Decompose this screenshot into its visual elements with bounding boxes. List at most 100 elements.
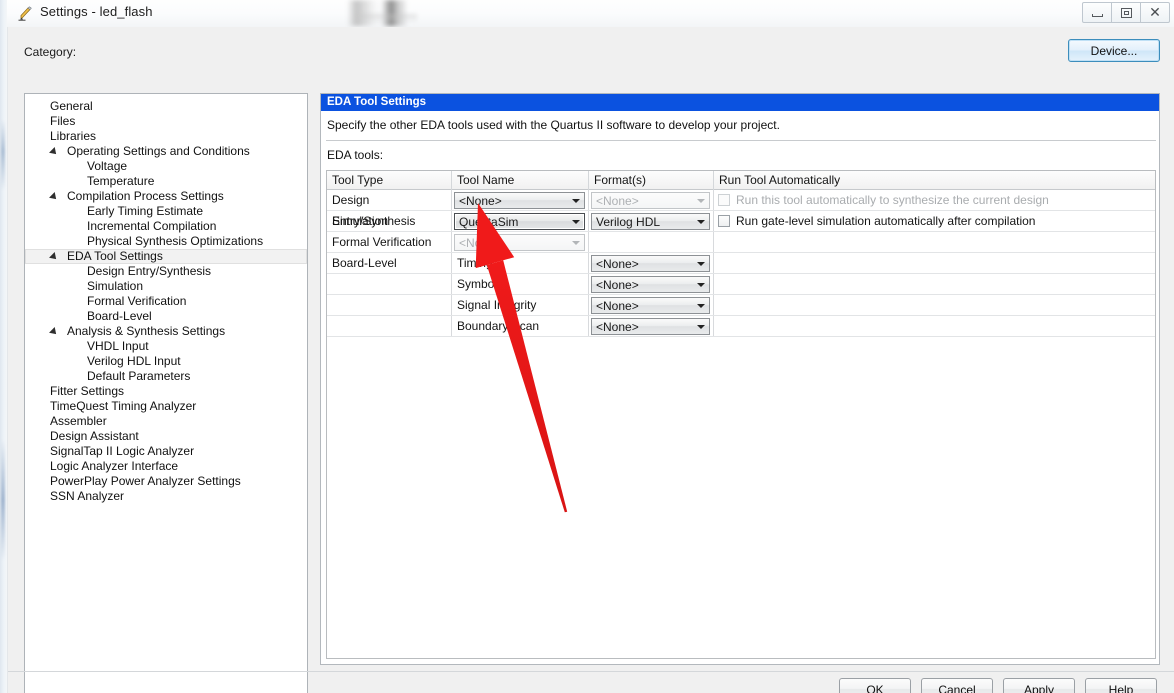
chevron-down-icon[interactable] [693,319,709,334]
cell-format: <None> [589,295,714,315]
chevron-down-icon[interactable] [568,235,584,250]
cell-format: Verilog HDL [589,211,714,231]
tree-item-timequest-timing-analyzer[interactable]: TimeQuest Timing Analyzer [25,399,307,414]
chevron-down-icon[interactable] [693,277,709,292]
tree-item-formal-verification[interactable]: Formal Verification [25,294,307,309]
tree-item-physical-synthesis-optimizations[interactable]: Physical Synthesis Optimizations [25,234,307,249]
minimize-button[interactable] [1082,2,1112,23]
format-combo-value: Verilog HDL [596,214,661,229]
format-combo-value: <None> [596,193,639,208]
checkbox-label: Run gate-level simulation automatically … [736,214,1036,228]
tree-item-compilation-process-settings[interactable]: Compilation Process Settings [25,189,307,204]
ok-button[interactable]: OK [839,678,911,693]
tree-item-fitter-settings[interactable]: Fitter Settings [25,384,307,399]
tree-expander-icon[interactable] [49,147,59,157]
format-combo[interactable]: <None> [591,297,710,314]
tree-item-label: Assembler [50,414,107,428]
dialog-body: Category: Device... General Files Librarie… [7,27,1174,693]
help-button[interactable]: Help [1085,678,1157,693]
chevron-down-icon[interactable] [693,298,709,313]
checkbox-icon[interactable] [718,215,730,227]
tree-item-design-assistant[interactable]: Design Assistant [25,429,307,444]
table-header-row: Tool Type Tool Name Format(s) Run Tool Auto… [327,171,1155,190]
close-button[interactable]: ✕ [1140,2,1170,23]
column-header-format-s[interactable]: Format(s) [589,171,714,190]
pencil-icon [17,5,35,23]
tree-item-label: EDA Tool Settings [67,249,163,263]
tree-item-libraries[interactable]: Libraries [25,129,307,144]
checkbox-label: Run this tool automatically to synthesiz… [736,193,1049,207]
tree-item-general[interactable]: General [25,99,307,114]
table-row: Formal Verification <None> [327,232,1155,253]
category-label: Category: [24,45,77,59]
chevron-down-icon[interactable] [568,193,584,208]
run-tool-checkbox-row[interactable]: Run gate-level simulation automatically … [718,214,1035,228]
minimize-icon [1091,13,1103,17]
column-header-tool-type[interactable]: Tool Type [327,171,452,190]
tree-item-analysis-synthesis-settings[interactable]: Analysis & Synthesis Settings [25,324,307,339]
cell-tool-type: Simulation [327,211,452,231]
tree-item-assembler[interactable]: Assembler [25,414,307,429]
tree-item-files[interactable]: Files [25,114,307,129]
cell-tool-name: Timing [452,253,589,273]
apply-button[interactable]: Apply [1003,678,1075,693]
tree-expander-icon[interactable] [49,327,59,337]
tree-expander-icon[interactable] [49,192,59,202]
maximize-button[interactable] [1111,2,1141,23]
column-header-tool-name[interactable]: Tool Name [452,171,589,190]
column-header-run-tool-automatically[interactable]: Run Tool Automatically [714,171,1157,190]
tree-item-label: Formal Verification [87,294,187,308]
tree-item-early-timing-estimate[interactable]: Early Timing Estimate [25,204,307,219]
format-combo[interactable]: <None> [591,276,710,293]
settings-dialog-window: Settings - led_flash ✕ Category: Device.… [0,0,1174,693]
tree-item-label: TimeQuest Timing Analyzer [50,399,197,413]
chevron-down-icon[interactable] [693,214,709,229]
tree-item-temperature[interactable]: Temperature [25,174,307,189]
device-button[interactable]: Device... [1068,39,1160,62]
tree-item-label: Temperature [87,174,155,188]
tree-item-label: Default Parameters [87,369,191,383]
tool-name-combo[interactable]: QuestaSim [454,213,585,230]
format-combo[interactable]: <None> [591,255,710,272]
tree-item-operating-settings-and-conditions[interactable]: Operating Settings and Conditions [25,144,307,159]
table-row: Simulation QuestaSim Verilog HDL Run gate-l… [327,211,1155,232]
cell-run-tool-automatically: Run this tool automatically to synthesiz… [714,190,1155,210]
tree-item-ssn-analyzer[interactable]: SSN Analyzer [25,489,307,504]
tree-item-label: PowerPlay Power Analyzer Settings [50,474,241,488]
chevron-down-icon[interactable] [693,193,709,208]
tool-name-combo-value: QuestaSim [459,214,519,229]
format-combo[interactable]: <None> [591,318,710,335]
tree-item-label: Incremental Compilation [87,219,217,233]
tree-item-label: Logic Analyzer Interface [50,459,179,473]
chevron-down-icon[interactable] [568,214,584,229]
tree-item-design-entry-synthesis[interactable]: Design Entry/Synthesis [25,264,307,279]
eda-tools-table: Tool Type Tool Name Format(s) Run Tool Auto… [326,170,1156,659]
cell-tool-name: Boundary Scan [452,316,589,336]
table-body: Design Entry/Synthesis <None> <None> Run th… [327,190,1155,337]
tree-item-powerplay-power-analyzer-settings[interactable]: PowerPlay Power Analyzer Settings [25,474,307,489]
cancel-button[interactable]: Cancel [921,678,993,693]
tree-item-label: Compilation Process Settings [67,189,224,203]
tree-item-voltage[interactable]: Voltage [25,159,307,174]
tree-expander-icon[interactable] [49,252,59,262]
tree-item-verilog-hdl-input[interactable]: Verilog HDL Input [25,354,307,369]
tool-name-combo[interactable]: <None> [454,192,585,209]
tree-item-simulation[interactable]: Simulation [25,279,307,294]
tree-item-label: Libraries [50,129,97,143]
tree-item-default-parameters[interactable]: Default Parameters [25,369,307,384]
tree-item-signaltap-ii-logic-analyzer[interactable]: SignalTap II Logic Analyzer [25,444,307,459]
tree-item-eda-tool-settings[interactable]: EDA Tool Settings [25,249,307,264]
tree-item-incremental-compilation[interactable]: Incremental Compilation [25,219,307,234]
tree-item-vhdl-input[interactable]: VHDL Input [25,339,307,354]
chevron-down-icon[interactable] [693,256,709,271]
tree-item-board-level[interactable]: Board-Level [25,309,307,324]
cell-tool-type [327,316,452,336]
tree-item-label: Operating Settings and Conditions [67,144,250,158]
run-tool-checkbox-row: Run this tool automatically to synthesiz… [718,193,1049,207]
tree-item-logic-analyzer-interface[interactable]: Logic Analyzer Interface [25,459,307,474]
format-combo-value: <None> [596,277,639,292]
format-combo-value: <None> [596,256,639,271]
tree-item-label: Analysis & Synthesis Settings [67,324,226,338]
format-combo[interactable]: Verilog HDL [591,213,710,230]
category-tree[interactable]: General Files Libraries Operating Settings … [24,93,308,693]
